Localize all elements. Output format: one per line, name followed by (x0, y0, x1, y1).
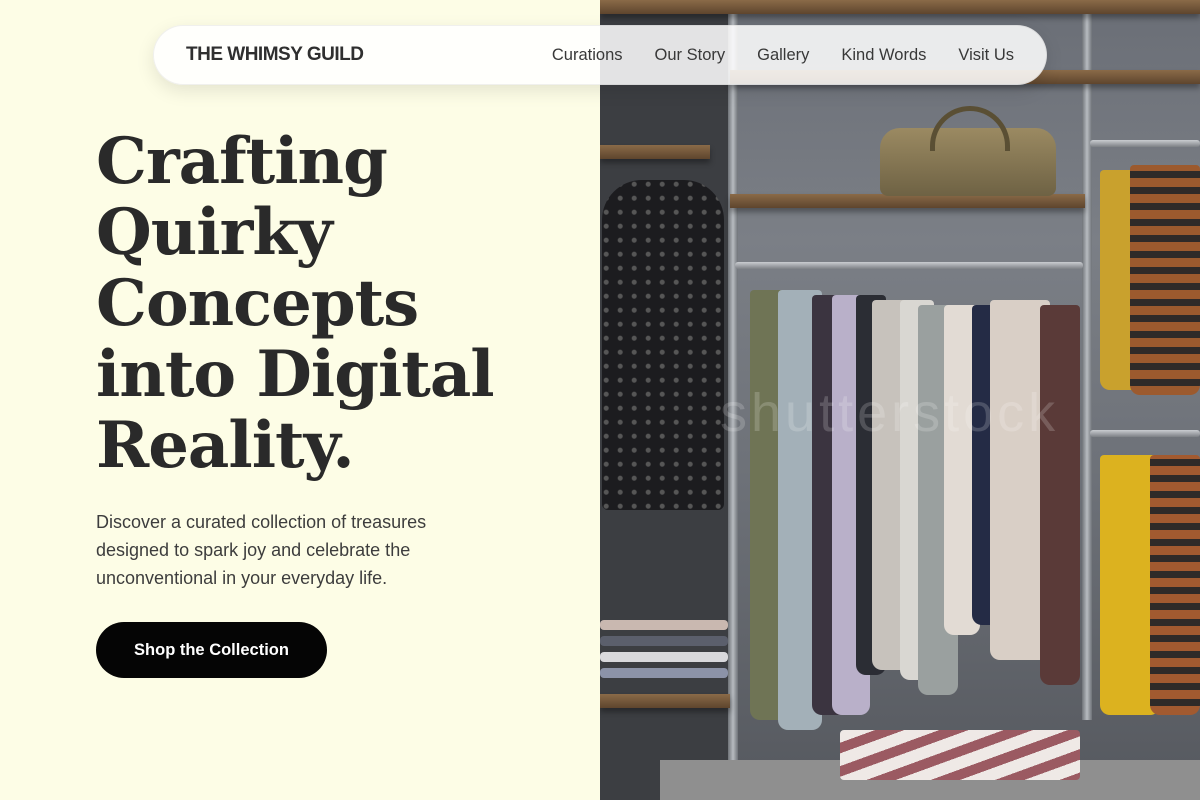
nav-links: Curations Our Story Gallery Kind Words V… (552, 46, 1014, 65)
hero-headline: Crafting Quirky Concepts into Digital Re… (96, 126, 576, 481)
photo-bag (880, 106, 1056, 196)
photo-shelf (600, 145, 710, 159)
nav-link-visit-us[interactable]: Visit Us (958, 46, 1014, 65)
photo-stack (600, 636, 728, 646)
photo-garment (1130, 165, 1200, 395)
photo-shelf (730, 194, 1085, 208)
photo-stack (600, 652, 728, 662)
headline-line: Reality. (96, 408, 355, 483)
photo-watermark: shutterstock (720, 383, 1060, 443)
nav-link-our-story[interactable]: Our Story (655, 46, 726, 65)
photo-stack (600, 668, 728, 678)
nav-link-kind-words[interactable]: Kind Words (841, 46, 926, 65)
brand-logo[interactable]: THE WHIMSY GUILD (186, 44, 364, 66)
photo-stack (600, 620, 728, 630)
headline-line: Crafting (96, 124, 388, 199)
hero-photo: shutterstock (600, 0, 1200, 800)
headline-line: Quirky (96, 195, 333, 270)
nav-link-gallery[interactable]: Gallery (757, 46, 809, 65)
photo-rail (735, 262, 1083, 269)
photo-stack (840, 730, 1080, 780)
hero-subcopy: Discover a curated collection of treasur… (96, 512, 427, 588)
photo-dress (602, 180, 724, 510)
photo-shelf (600, 0, 1200, 14)
headline-line: into Digital (96, 337, 495, 412)
photo-pipe (1082, 0, 1092, 720)
photo-rail (1090, 430, 1200, 437)
photo-rail (1090, 140, 1200, 147)
photo-shelf (600, 694, 730, 708)
shop-collection-button[interactable]: Shop the Collection (96, 622, 327, 678)
nav-link-curations[interactable]: Curations (552, 46, 623, 65)
photo-garment (1040, 305, 1080, 685)
top-nav: THE WHIMSY GUILD Curations Our Story Gal… (153, 25, 1047, 85)
hero-section: Crafting Quirky Concepts into Digital Re… (0, 0, 600, 800)
headline-line: Concepts (96, 266, 419, 341)
photo-garment (1150, 455, 1200, 715)
